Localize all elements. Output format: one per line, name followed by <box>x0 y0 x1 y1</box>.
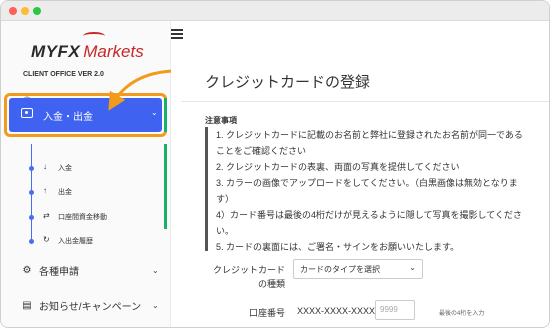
notes-box: 1. クレジットカードに記載のお名前と弊社に登録されたお名前が同一である ことを… <box>205 127 549 252</box>
last4-input[interactable]: 9999 <box>375 300 415 320</box>
submenu-item-deposit[interactable]: ↓ 入金 <box>1 161 161 175</box>
chevron-down-icon: ⌄ <box>151 108 158 117</box>
sidebar-item-label: 入金・出金 <box>43 112 93 123</box>
logo-swoosh-icon <box>83 32 105 40</box>
submenu-item-history[interactable]: ↻ 入出金履歴 <box>1 234 161 248</box>
note-line: す） <box>216 194 235 204</box>
submenu-indicator <box>164 144 167 229</box>
close-window-button[interactable] <box>9 7 17 15</box>
submenu-dot <box>29 166 34 171</box>
notes-heading: 注意事項 <box>205 116 237 125</box>
chevron-down-icon: ⌄ <box>409 263 416 272</box>
app-window: MYFX Markets CLIENT OFFICE VER 2.0 🏛︎ マイ… <box>0 0 550 328</box>
sidebar-item-label: お知らせ/キャンペーン <box>39 301 142 313</box>
logo-product: Markets <box>83 42 144 61</box>
logo-brand: MYFX <box>31 42 81 61</box>
card-type-label-2: の種類 <box>257 279 285 289</box>
submenu-dot <box>29 190 34 195</box>
sidebar-item-applications[interactable]: ⚙ 各種申請 ⌄ <box>1 260 169 280</box>
card-type-label: クレジットカード <box>212 265 285 275</box>
sidebar-item-news[interactable]: ▤ お知らせ/キャンペーン ⌄ <box>1 295 169 315</box>
title-bar <box>1 1 549 21</box>
maximize-window-button[interactable] <box>33 7 41 15</box>
gears-icon: ⚙ <box>22 264 32 276</box>
sidebar-item-deposit-withdraw[interactable]: 入金・出金 ⌄ <box>9 98 162 132</box>
note-line: 4）カード番号は最後の4桁だけが見えるように隠して写真を撮影してくださ <box>216 210 522 220</box>
note-line: い。 <box>216 226 235 236</box>
note-line: 2. クレジットカードの表裏、両面の写真を提供してください <box>216 162 460 172</box>
hamburger-icon[interactable] <box>171 29 183 39</box>
chevron-down-icon: ⌄ <box>152 300 159 310</box>
brand-logo[interactable]: MYFX Markets <box>31 32 144 62</box>
chevron-down-icon: ⌄ <box>152 265 159 275</box>
submenu-item-label: 口座間資金移動 <box>58 214 107 221</box>
account-number-label: 口座番号 <box>248 308 285 318</box>
arrow-up-icon: ↑ <box>43 186 47 195</box>
divider <box>181 101 549 102</box>
note-line: 3. カラーの画像でアップロードをしてください。（白黒画像は無効となりま <box>216 178 518 188</box>
account-mask: XXXX-XXXX-XXXX- <box>297 306 379 316</box>
last4-hint: 最後の4桁を入力 <box>439 311 485 317</box>
page-title: クレジットカードの登録 <box>205 74 371 91</box>
submenu-dot <box>29 239 34 244</box>
active-indicator <box>164 98 167 132</box>
card-type-select[interactable]: カードのタイプを選択 ⌄ <box>293 259 423 279</box>
arrow-down-icon: ↓ <box>43 162 47 171</box>
submenu-dot <box>29 215 34 220</box>
minimize-window-button[interactable] <box>21 7 29 15</box>
history-icon: ↻ <box>43 235 50 244</box>
submenu-item-label: 出金 <box>58 189 72 196</box>
main-content: クレジットカードの登録 注意事項 1. クレジットカードに記載のお名前と弊社に登… <box>171 51 549 327</box>
news-icon: ▤ <box>22 299 32 311</box>
submenu-item-label: 入金 <box>58 165 72 172</box>
note-line: 1. クレジットカードに記載のお名前と弊社に登録されたお名前が同一である <box>216 130 523 140</box>
sidebar-item-label: 各種申請 <box>39 266 79 278</box>
submenu-item-withdraw[interactable]: ↑ 出金 <box>1 185 161 199</box>
card-type-select-value: カードのタイプを選択 <box>300 265 380 274</box>
top-bar <box>171 21 549 51</box>
note-line: ことをご確認ください <box>216 146 307 156</box>
transfer-icon: ⇄ <box>43 211 50 220</box>
version-label: CLIENT OFFICE VER 2.0 <box>23 71 104 78</box>
money-icon <box>21 108 33 118</box>
submenu-item-transfer[interactable]: ⇄ 口座間資金移動 <box>1 210 161 224</box>
note-line: 5. カードの裏面には、ご署名・サインをお願いいたします。 <box>216 242 460 252</box>
submenu-item-label: 入出金履歴 <box>58 238 93 245</box>
